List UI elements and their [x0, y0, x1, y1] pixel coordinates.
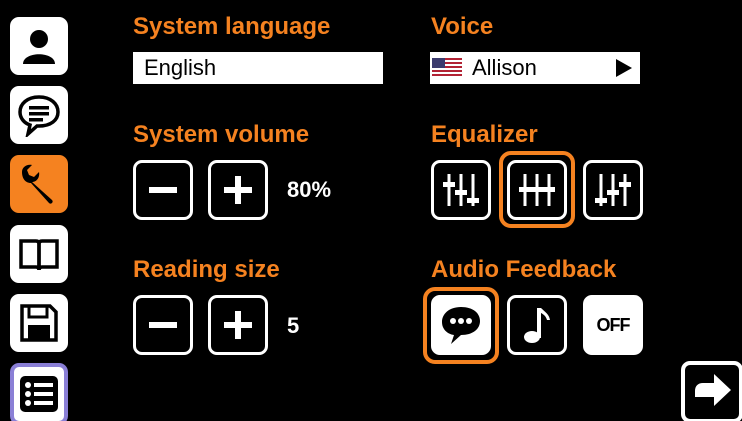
sidebar-item-speech[interactable]	[10, 86, 68, 144]
eq-preset-3-icon	[595, 174, 631, 206]
music-note-icon	[524, 308, 550, 343]
system-volume-value: 80%	[287, 177, 332, 202]
equalizer-preset-2[interactable]	[507, 160, 567, 220]
list-icon	[20, 376, 58, 412]
system-language-label: System language	[133, 13, 331, 40]
sidebar-item-book[interactable]	[10, 225, 68, 283]
sidebar-item-settings[interactable]	[10, 155, 68, 213]
minus-icon	[149, 322, 177, 328]
reading-size-label: Reading size	[133, 256, 280, 283]
play-arrow-icon	[616, 59, 632, 77]
sidebar-item-menu[interactable]	[10, 363, 68, 421]
volume-increase-button[interactable]	[208, 160, 268, 220]
eq-preset-1-icon	[443, 174, 479, 206]
sidebar-item-save[interactable]	[10, 294, 68, 352]
wrench-icon	[22, 164, 53, 204]
off-icon: OFF	[596, 314, 631, 335]
audio-feedback-off-button[interactable]: OFF	[583, 295, 643, 355]
audio-feedback-label: Audio Feedback	[431, 256, 617, 283]
system-volume-label: System volume	[133, 121, 310, 148]
eq-preset-2-icon	[519, 174, 555, 206]
next-button[interactable]	[681, 361, 742, 421]
audio-feedback-tone-button[interactable]	[507, 295, 567, 355]
us-flag-icon	[432, 58, 462, 78]
arrow-right-icon	[695, 374, 731, 406]
sidebar-item-profile[interactable]	[10, 17, 68, 75]
plus-icon	[224, 311, 252, 339]
volume-decrease-button[interactable]	[133, 160, 193, 220]
reading-size-increase-button[interactable]	[208, 295, 268, 355]
minus-icon	[149, 187, 177, 193]
system-language-value: English	[144, 55, 217, 80]
plus-icon	[224, 176, 252, 204]
reading-size-decrease-button[interactable]	[133, 295, 193, 355]
speech-bubble-icon	[18, 95, 60, 137]
equalizer-label: Equalizer	[431, 121, 538, 148]
system-language-field[interactable]: English	[133, 52, 383, 84]
speech-icon	[442, 307, 480, 344]
equalizer-preset-1[interactable]	[431, 160, 491, 220]
voice-value: Allison	[472, 55, 537, 80]
settings-screen: System language English Voice Allison Sy…	[0, 0, 742, 421]
equalizer-preset-3[interactable]	[583, 160, 643, 220]
user-icon	[23, 30, 55, 64]
book-icon	[19, 239, 59, 271]
audio-feedback-speech-button[interactable]	[431, 295, 491, 355]
floppy-disk-icon	[20, 304, 58, 342]
voice-selector[interactable]: Allison	[430, 52, 640, 84]
voice-label: Voice	[431, 13, 494, 40]
reading-size-value: 5	[287, 313, 300, 338]
